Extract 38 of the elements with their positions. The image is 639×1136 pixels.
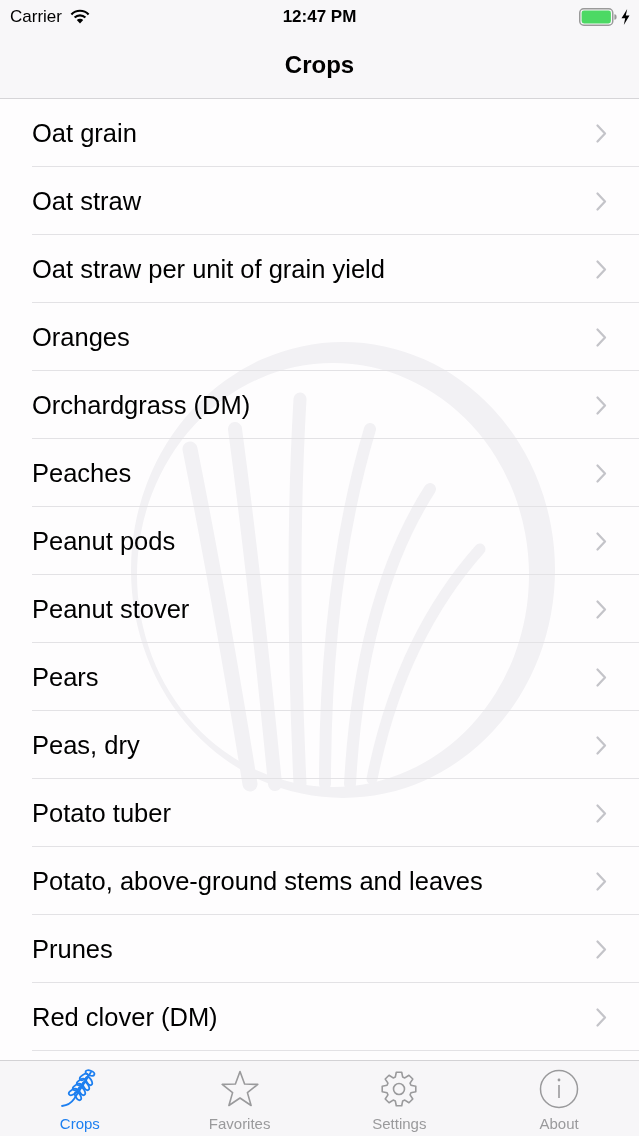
list-item[interactable]: Prunes bbox=[0, 915, 639, 983]
battery-icon bbox=[579, 7, 617, 26]
list-item[interactable]: Oranges bbox=[0, 303, 639, 371]
carrier-name: Carrier bbox=[10, 6, 62, 27]
list-item[interactable]: Red clover (DM) bbox=[0, 983, 639, 1051]
chevron-icon bbox=[596, 803, 607, 823]
chevron-icon bbox=[596, 939, 607, 959]
list-item[interactable]: Potato, above-ground stems and leaves bbox=[0, 847, 639, 915]
screen-title: Crops bbox=[284, 50, 355, 80]
chevron-icon bbox=[596, 463, 607, 483]
status-time: 12:47 PM bbox=[282, 6, 357, 27]
chevron-icon bbox=[596, 531, 607, 551]
list-item[interactable]: Pears bbox=[0, 643, 639, 711]
chevron-icon bbox=[596, 191, 607, 211]
chevron-icon bbox=[596, 667, 607, 687]
list-item[interactable]: Orchardgrass (DM) bbox=[0, 371, 639, 439]
chevron-icon bbox=[596, 327, 607, 347]
star-icon bbox=[219, 1069, 260, 1109]
chevron-icon bbox=[596, 735, 607, 755]
list-item[interactable]: Oat straw bbox=[0, 167, 639, 235]
list-item[interactable]: Peaches bbox=[0, 439, 639, 507]
tab-item[interactable]: Crops bbox=[0, 1061, 160, 1136]
settings-icon bbox=[379, 1069, 420, 1109]
chevron-icon bbox=[596, 123, 607, 143]
wifi-icon bbox=[69, 9, 90, 24]
list-item[interactable]: Oat grain bbox=[0, 99, 639, 167]
list-item[interactable]: Peas, dry bbox=[0, 711, 639, 779]
chevron-icon bbox=[596, 871, 607, 891]
info-icon bbox=[539, 1069, 580, 1109]
list-item[interactable]: Potato tuber bbox=[0, 779, 639, 847]
chevron-icon bbox=[596, 1007, 607, 1027]
list-item[interactable]: Peanut pods bbox=[0, 507, 639, 575]
list-item[interactable]: Oat straw per unit of grain yield bbox=[0, 235, 639, 303]
chevron-icon bbox=[596, 395, 607, 415]
charging-bolt-icon bbox=[621, 8, 630, 25]
chevron-icon bbox=[596, 259, 607, 279]
chevron-icon bbox=[596, 599, 607, 619]
list-item[interactable]: Peanut stover bbox=[0, 575, 639, 643]
